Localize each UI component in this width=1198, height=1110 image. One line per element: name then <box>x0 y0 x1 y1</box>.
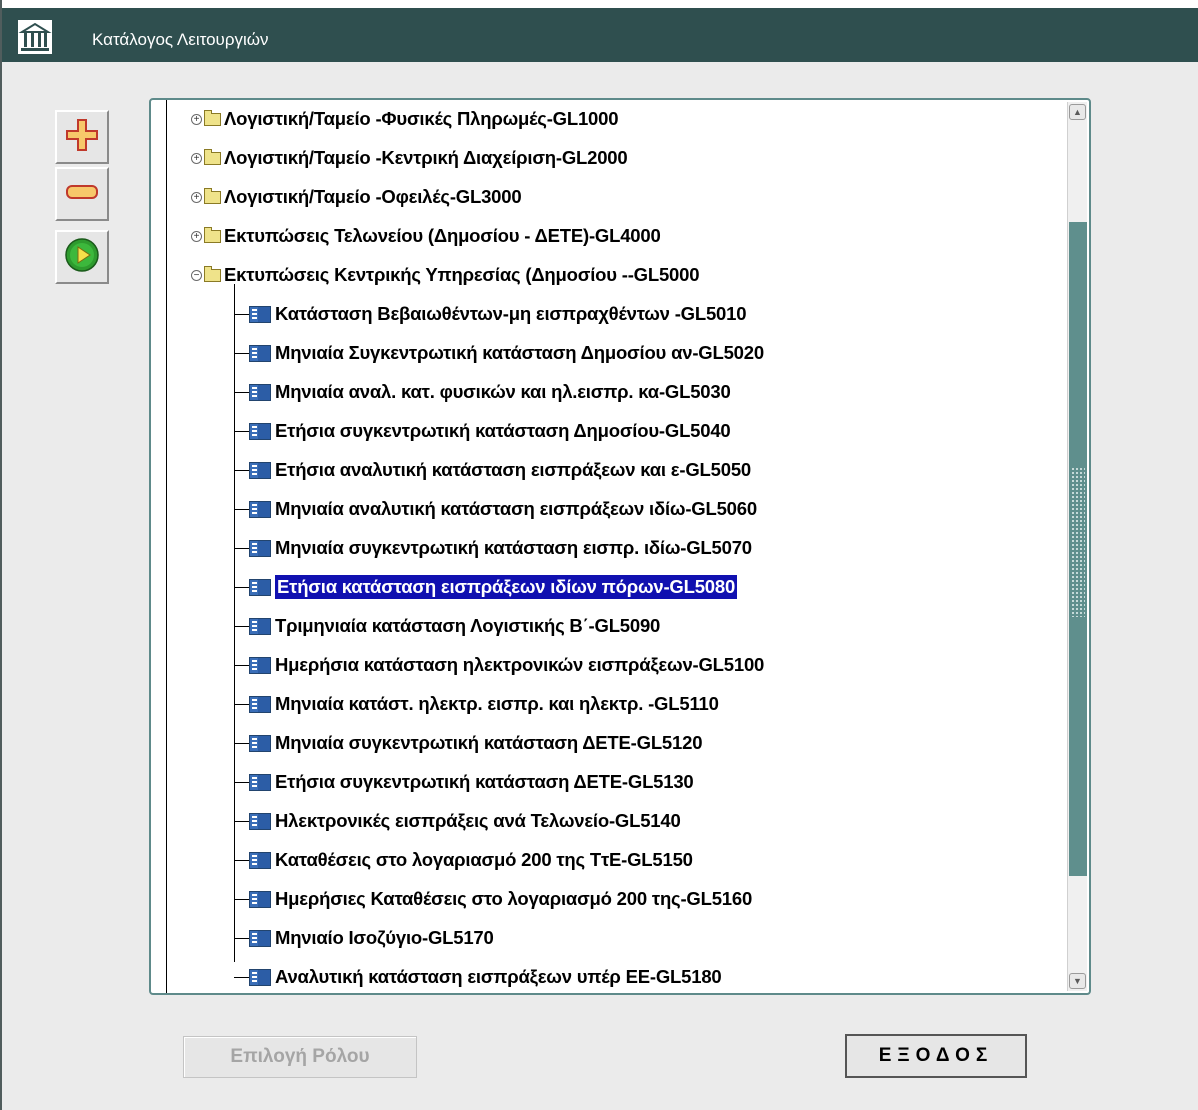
report-icon <box>249 851 271 869</box>
report-icon <box>249 773 271 791</box>
report-icon <box>249 539 271 557</box>
collapse-node-icon[interactable]: − <box>191 269 202 281</box>
collapse-button[interactable] <box>55 167 109 221</box>
report-icon <box>249 383 271 401</box>
tree-item-label: Ημερήσιες Καταθέσεις στο λογαριασμό 200 … <box>275 888 753 909</box>
report-icon <box>249 305 271 323</box>
tree-folder-label: Εκτυπώσεις Κεντρικής Υπηρεσίας (Δημοσίου… <box>224 264 700 285</box>
tree-item-label: Ετήσια αναλυτική κατάσταση εισπράξεων κα… <box>275 459 751 480</box>
tree-item-label-selected: Ετήσια κατάσταση εισπράξεων ιδίων πόρων-… <box>273 574 739 600</box>
folder-icon <box>204 148 221 165</box>
select-role-button[interactable]: Επιλογή Ρόλου <box>183 1036 417 1078</box>
folder-icon <box>204 265 221 282</box>
minus-icon <box>65 182 99 207</box>
report-icon <box>249 812 271 830</box>
tree-item-label: Μηνιαίο Ισοζύγιο-GL5170 <box>275 927 494 948</box>
scroll-down-icon[interactable]: ▼ <box>1069 973 1086 989</box>
exit-button[interactable]: ΕΞΟΔΟΣ <box>845 1034 1027 1078</box>
tree-item-label: Ημερήσια κατάσταση ηλεκτρονικών εισπράξε… <box>275 654 765 675</box>
tree-item-label: Μηνιαία κατάστ. ηλεκτρ. εισπρ. και ηλεκτ… <box>275 693 719 714</box>
tree-item-label: Μηνιαία Συγκεντρωτική κατάσταση Δημοσίου… <box>275 342 764 363</box>
report-icon <box>249 695 271 713</box>
expand-node-icon[interactable]: + <box>191 113 202 125</box>
tree-item[interactable]: Μηνιαία αναλ. κατ. φυσικών και ηλ.εισπρ.… <box>249 377 731 407</box>
tree-folder[interactable]: − Εκτυπώσεις Κεντρικής Υπηρεσίας (Δημοσίο… <box>191 260 700 290</box>
tree-folder[interactable]: + Εκτυπώσεις Τελωνείου (Δημοσίου - ΔΕΤΕ)-… <box>191 221 661 251</box>
tree-item-label: Αναλυτική κατάσταση εισπράξεων υπέρ ΕΕ-G… <box>275 966 722 987</box>
expand-node-icon[interactable]: + <box>191 230 202 242</box>
run-button[interactable] <box>55 230 109 284</box>
tree-item[interactable]: Καταθέσεις στο λογαριασμό 200 της ΤτΕ-GL… <box>249 845 693 875</box>
tree-item[interactable]: Μηνιαία κατάστ. ηλεκτρ. εισπρ. και ηλεκτ… <box>249 689 719 719</box>
tree-folder[interactable]: + Λογιστική/Ταμείο -Κεντρική Διαχείριση-G… <box>191 143 628 173</box>
report-icon <box>249 968 271 986</box>
expand-button[interactable] <box>55 110 109 164</box>
tree-item[interactable]: Ηλεκτρονικές εισπράξεις ανά Τελωνείο-GL5… <box>249 806 681 836</box>
window-title: Κατάλογος Λειτουργιών <box>92 30 269 49</box>
tree-item-label: Ετήσια συγκεντρωτική κατάσταση ΔΕΤΕ-GL51… <box>275 771 694 792</box>
function-catalog-window: Κατάλογος Λειτουργιών + Λογιστική/Ταμείο … <box>0 0 1198 1110</box>
tree-item[interactable]: Ημερήσια κατάσταση ηλεκτρονικών εισπράξε… <box>249 650 764 680</box>
folder-icon <box>204 187 221 204</box>
tree-item[interactable]: Ετήσια αναλυτική κατάσταση εισπράξεων κα… <box>249 455 751 485</box>
expand-node-icon[interactable]: + <box>191 191 202 203</box>
vertical-scrollbar[interactable]: ▲ ▼ <box>1067 102 1087 991</box>
report-icon <box>249 500 271 518</box>
tree-folder-label: Λογιστική/Ταμείο -Κεντρική Διαχείριση-GL… <box>224 147 628 168</box>
tree-item-label: Ετήσια συγκεντρωτική κατάσταση Δημοσίου-… <box>275 420 731 441</box>
tree-item[interactable]: Μηνιαία συγκεντρωτική κατάσταση εισπρ. ι… <box>249 533 752 563</box>
report-icon <box>249 929 271 947</box>
plus-icon <box>65 118 99 157</box>
tree-item-label: Ηλεκτρονικές εισπράξεις ανά Τελωνείο-GL5… <box>275 810 681 831</box>
tree-item[interactable]: Κατάσταση Βεβαιωθέντων-μη εισπραχθέντων … <box>249 299 747 329</box>
tree-item-label: Μηνιαία συγκεντρωτική κατάσταση ΔΕΤΕ-GL5… <box>275 732 703 753</box>
report-icon <box>249 890 271 908</box>
tree-item-label: Καταθέσεις στο λογαριασμό 200 της ΤτΕ-GL… <box>275 849 693 870</box>
tree-item[interactable]: Ετήσια συγκεντρωτική κατάσταση ΔΕΤΕ-GL51… <box>249 767 694 797</box>
play-icon <box>64 237 100 278</box>
tree-folder[interactable]: + Λογιστική/Ταμείο -Φυσικές Πληρωμές-GL10… <box>191 104 619 134</box>
report-icon <box>249 422 271 440</box>
tree-item[interactable]: Μηνιαίο Ισοζύγιο-GL5170 <box>249 923 494 953</box>
tree-item-label: Μηνιαία αναλ. κατ. φυσικών και ηλ.εισπρ.… <box>275 381 731 402</box>
report-icon <box>249 344 271 362</box>
tree-folder-label: Εκτυπώσεις Τελωνείου (Δημοσίου - ΔΕΤΕ)-G… <box>224 225 661 246</box>
report-icon <box>249 617 271 635</box>
folder-icon <box>204 226 221 243</box>
tree-item-label: Κατάσταση Βεβαιωθέντων-μη εισπραχθέντων … <box>275 303 747 324</box>
tree-item[interactable]: Αναλυτική κατάσταση εισπράξεων υπέρ ΕΕ-G… <box>249 962 722 992</box>
folder-icon <box>204 109 221 126</box>
tree-item[interactable]: Ημερήσιες Καταθέσεις στο λογαριασμό 200 … <box>249 884 752 914</box>
tree-item[interactable]: Ετήσια συγκεντρωτική κατάσταση Δημοσίου-… <box>249 416 731 446</box>
function-tree[interactable]: + Λογιστική/Ταμείο -Φυσικές Πληρωμές-GL10… <box>149 98 1091 995</box>
tree-item-label: Τριμηνιαία κατάσταση Λογιστικής Β΄-GL509… <box>275 615 661 636</box>
scroll-up-icon[interactable]: ▲ <box>1069 104 1086 120</box>
report-icon <box>249 656 271 674</box>
tree-item[interactable]: Μηνιαία αναλυτική κατάσταση εισπράξεων ι… <box>249 494 757 524</box>
tree-folder-label: Λογιστική/Ταμείο -Οφειλές-GL3000 <box>224 186 522 207</box>
tree-folder[interactable]: + Λογιστική/Ταμείο -Οφειλές-GL3000 <box>191 182 522 212</box>
tree-item[interactable]: Ετήσια κατάσταση εισπράξεων ιδίων πόρων-… <box>249 572 739 602</box>
report-icon <box>249 734 271 752</box>
tree-item[interactable]: Μηνιαία Συγκεντρωτική κατάσταση Δημοσίου… <box>249 338 764 368</box>
tree-folder-label: Λογιστική/Ταμείο -Φυσικές Πληρωμές-GL100… <box>224 108 619 129</box>
tree-item[interactable]: Τριμηνιαία κατάσταση Λογιστικής Β΄-GL509… <box>249 611 660 641</box>
scroll-thumb[interactable] <box>1069 222 1087 876</box>
building-icon <box>18 20 52 54</box>
tree-item[interactable]: Μηνιαία συγκεντρωτική κατάσταση ΔΕΤΕ-GL5… <box>249 728 702 758</box>
report-icon <box>249 578 271 596</box>
expand-node-icon[interactable]: + <box>191 152 202 164</box>
title-bar: Κατάλογος Λειτουργιών <box>2 0 1198 62</box>
tree-item-label: Μηνιαία αναλυτική κατάσταση εισπράξεων ι… <box>275 498 757 519</box>
tree-item-label: Μηνιαία συγκεντρωτική κατάσταση εισπρ. ι… <box>275 537 752 558</box>
report-icon <box>249 461 271 479</box>
